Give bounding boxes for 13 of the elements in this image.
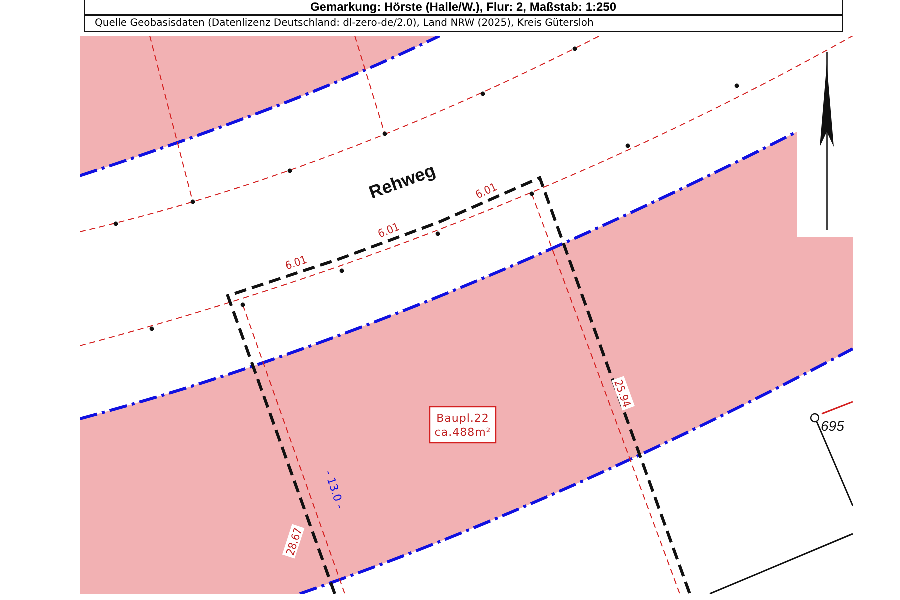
plot-label-box	[429, 406, 497, 444]
plot-label: ca.488m²	[434, 426, 492, 439]
dimension-label: 6.01	[474, 180, 500, 202]
parcel-number: 695	[821, 418, 844, 434]
dimension-label: 6.01	[376, 220, 402, 241]
plot-label: Baupl.22	[436, 412, 490, 425]
setback-label: - 13.0 -	[322, 468, 347, 510]
data-source-note: Quelle Geobasisdaten (Datenlizenz Deutschland: dl-zero-de/2.0), Land NRW (2025), Kreis Gütersloh	[84, 15, 843, 32]
map-title: Gemarkung: Hörste (Halle/W.), Flur: 2, Maßstab: 1:250	[84, 0, 843, 15]
north-arrow-icon	[820, 52, 834, 230]
dimension-label: 6.01	[284, 253, 309, 273]
dimension-label: 28.67	[284, 526, 306, 558]
dimension-label: 25.94	[612, 378, 634, 410]
